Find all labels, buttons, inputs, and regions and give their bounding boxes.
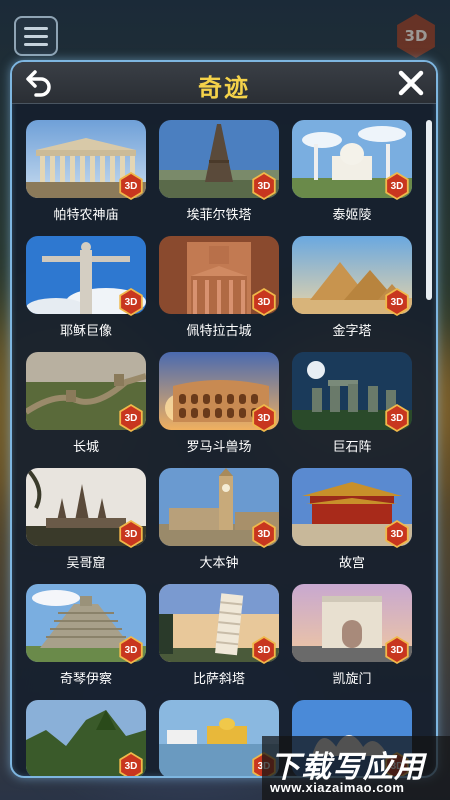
3d-badge-label: 3D — [387, 522, 407, 546]
wonder-card[interactable]: 3D 奇琴伊察 — [26, 584, 146, 687]
wonder-card[interactable]: 3D — [26, 700, 146, 776]
scrollbar[interactable] — [426, 120, 432, 770]
3d-badge-label: 3D — [254, 638, 274, 662]
wonder-card[interactable]: 3D 埃菲尔铁塔 — [159, 120, 279, 223]
wonders-grid: 3D 帕特农神庙 3D 埃菲尔铁塔 3D 泰姬陵 3D 耶稣巨像 3D 佩特拉古城 3D 金字塔 3D 长… — [26, 120, 412, 776]
wonder-card[interactable]: 3D 帕特农神庙 — [26, 120, 146, 223]
watermark: 下载写应用 www.xiazaimao.com — [262, 736, 450, 800]
wonder-card[interactable]: 3D 比萨斜塔 — [159, 584, 279, 687]
wonder-label: 比萨斜塔 — [192, 672, 245, 687]
wonder-label: 埃菲尔铁塔 — [186, 208, 252, 223]
wonder-label: 耶稣巨像 — [59, 324, 112, 339]
3d-badge-label: 3D — [387, 174, 407, 198]
hamburger-menu-icon — [24, 26, 48, 30]
wonder-label: 泰姬陵 — [332, 208, 372, 223]
scrollbar-thumb[interactable] — [426, 120, 432, 300]
wonder-label: 长城 — [72, 440, 99, 455]
wonder-card[interactable]: 3D 金字塔 — [292, 236, 412, 339]
3d-badge-label: 3D — [387, 406, 407, 430]
wonder-card[interactable]: 3D 佩特拉古城 — [159, 236, 279, 339]
wonder-label: 故宫 — [338, 556, 365, 571]
wonder-card[interactable]: 3D 耶稣巨像 — [26, 236, 146, 339]
wonder-card[interactable]: 3D 故宫 — [292, 468, 412, 571]
wonder-card[interactable]: 3D 长城 — [26, 352, 146, 455]
wonder-card[interactable]: 3D 凯旋门 — [292, 584, 412, 687]
3d-badge-label: 3D — [121, 754, 141, 776]
3d-badge-label: 3D — [387, 290, 407, 314]
3d-mode-label: 3D — [404, 27, 428, 45]
wonders-scroll-area[interactable]: 3D 帕特农神庙 3D 埃菲尔铁塔 3D 泰姬陵 3D 耶稣巨像 3D 佩特拉古城 3D 金字塔 3D 长… — [12, 112, 436, 776]
wonder-label: 吴哥窟 — [66, 556, 106, 571]
wonder-label: 巨石阵 — [332, 440, 372, 455]
3d-badge-label: 3D — [254, 522, 274, 546]
wonder-label: 佩特拉古城 — [186, 324, 252, 339]
wonder-card[interactable]: 3D 泰姬陵 — [292, 120, 412, 223]
panel-header: 奇迹 — [12, 62, 436, 104]
3d-badge-label: 3D — [254, 406, 274, 430]
3d-badge-label: 3D — [121, 522, 141, 546]
3d-badge-label: 3D — [254, 290, 274, 314]
watermark-url: www.xiazaimao.com — [270, 780, 405, 795]
3d-badge-label: 3D — [121, 290, 141, 314]
wonder-label: 金字塔 — [332, 324, 372, 339]
wonder-card[interactable]: 3D 罗马斗兽场 — [159, 352, 279, 455]
3d-mode-button[interactable]: 3D — [397, 14, 435, 58]
wonder-label: 大本钟 — [199, 556, 239, 571]
3d-badge-label: 3D — [121, 174, 141, 198]
3d-badge-label: 3D — [387, 638, 407, 662]
3d-badge-label: 3D — [254, 174, 274, 198]
3d-badge-label: 3D — [121, 406, 141, 430]
3d-badge-label: 3D — [121, 638, 141, 662]
page-title: 奇迹 — [198, 74, 250, 102]
wonder-label: 罗马斗兽场 — [186, 440, 252, 455]
wonder-card[interactable]: 3D 吴哥窟 — [26, 468, 146, 571]
wonder-card[interactable]: 3D — [159, 700, 279, 776]
close-icon[interactable] — [396, 68, 426, 98]
wonder-card[interactable]: 3D 巨石阵 — [292, 352, 412, 455]
wonder-card[interactable]: 3D 大本钟 — [159, 468, 279, 571]
wonder-label: 帕特农神庙 — [53, 208, 119, 223]
wonders-panel: 奇迹 3D 帕特农神庙 3D 埃菲尔铁塔 3D 泰姬陵 3D 耶稣巨像 3D 佩特拉古城 3D 金字塔… — [10, 60, 438, 778]
wonder-label: 奇琴伊察 — [59, 672, 112, 687]
menu-button[interactable] — [14, 16, 58, 56]
wonder-label: 凯旋门 — [332, 672, 372, 687]
